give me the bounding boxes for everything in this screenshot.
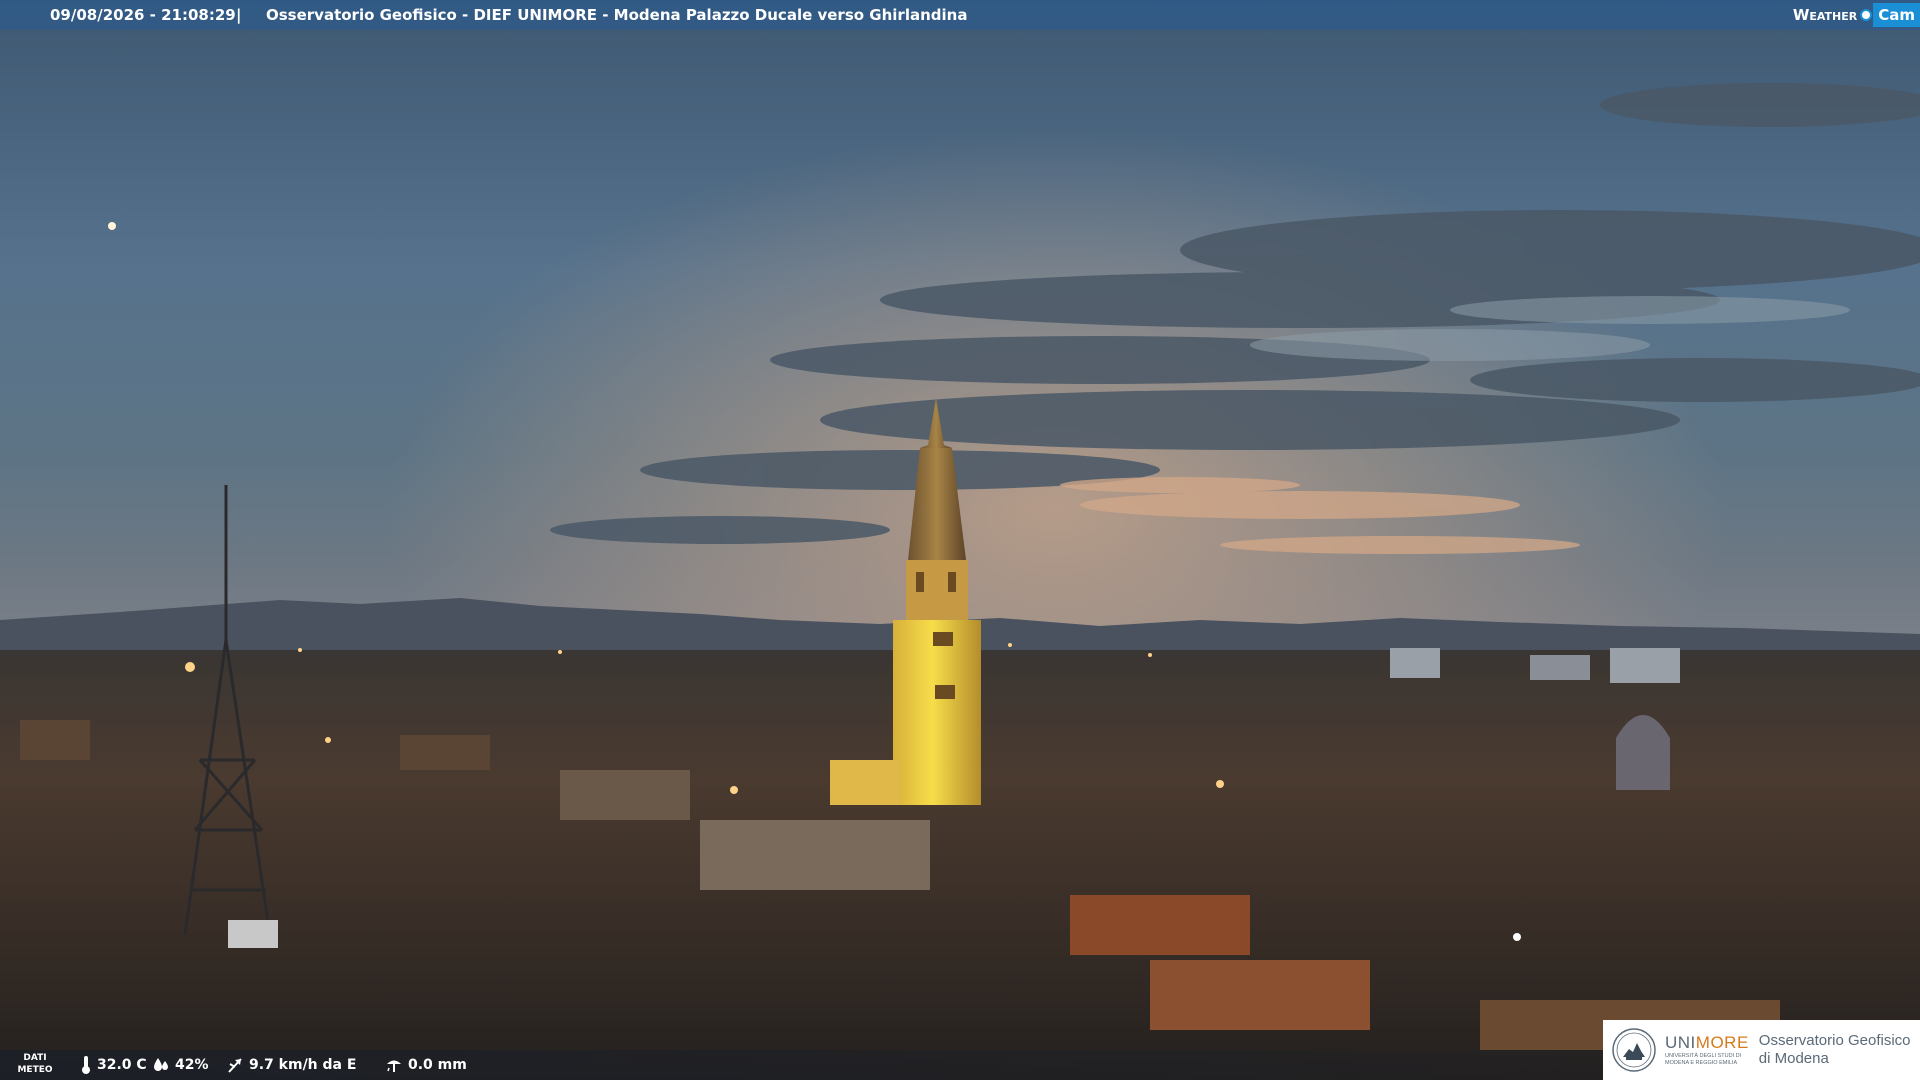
observatory-line1: Osservatorio Geofisico bbox=[1758, 1032, 1911, 1049]
weathercam-logo[interactable]: Weather Cam bbox=[1793, 0, 1920, 30]
weathercam-logo-cam: Cam bbox=[1873, 3, 1920, 27]
observatory-line2: di Modena bbox=[1758, 1050, 1829, 1067]
planet-dot bbox=[108, 222, 116, 230]
university-crest-icon bbox=[1612, 1028, 1656, 1072]
weathercam-dot-icon bbox=[1860, 9, 1873, 21]
weather-data-bar: DATI METEO 32.0 C 42% 9.7 km/h da E 0.0 … bbox=[0, 1050, 1600, 1080]
wind-reading: 9.7 km/h da E bbox=[226, 1050, 356, 1080]
top-info-bar: 09/08/2026 - 21:08:29 | Osservatorio Geo… bbox=[0, 0, 1920, 30]
drop-icon bbox=[154, 1058, 168, 1071]
wind-value: 9.7 km/h da E bbox=[249, 1057, 357, 1073]
rain-value: 0.0 mm bbox=[408, 1057, 467, 1073]
humidity-reading: 42% bbox=[152, 1050, 209, 1080]
temperature-value: 32.0 C bbox=[97, 1057, 147, 1073]
webcam-image bbox=[0, 0, 1920, 1080]
unimore-wordmark: UNIMORE UNIVERSITÀ DEGLI STUDI DI MODENA… bbox=[1665, 1033, 1749, 1067]
header-separator: | bbox=[236, 6, 242, 24]
unimore-name-part1: UNI bbox=[1665, 1033, 1696, 1052]
weathercam-logo-weather: Weather bbox=[1792, 6, 1858, 24]
meteo-label: DATI METEO bbox=[14, 1052, 56, 1076]
unimore-sub-line2: MODENA E REGGIO EMILIA bbox=[1665, 1060, 1738, 1066]
thermometer-icon bbox=[82, 1056, 90, 1074]
camera-title: Osservatorio Geofisico - DIEF UNIMORE - … bbox=[266, 6, 968, 24]
unimore-sub-line1: UNIVERSITÀ DEGLI STUDI DI bbox=[1665, 1053, 1742, 1059]
meteo-label-line1: DATI bbox=[23, 1053, 47, 1063]
meteo-label-line2: METEO bbox=[17, 1065, 53, 1075]
unimore-name-part2: MORE bbox=[1695, 1033, 1749, 1052]
unimore-name: UNIMORE bbox=[1665, 1033, 1749, 1053]
rain-gauge-icon bbox=[387, 1060, 401, 1072]
webcam-frame: 09/08/2026 - 21:08:29 | Osservatorio Geo… bbox=[0, 0, 1920, 1080]
temperature-reading: 32.0 C bbox=[80, 1050, 147, 1080]
observatory-name: Osservatorio Geofisico di Modena bbox=[1759, 1032, 1911, 1068]
unimore-logo-box[interactable]: UNIMORE UNIVERSITÀ DEGLI STUDI DI MODENA… bbox=[1603, 1020, 1920, 1080]
wind-vane-icon bbox=[228, 1058, 242, 1073]
mast-box bbox=[228, 920, 278, 948]
timestamp: 09/08/2026 - 21:08:29 bbox=[50, 6, 236, 24]
rain-reading: 0.0 mm bbox=[385, 1050, 467, 1080]
cathedral-facade bbox=[830, 760, 900, 805]
humidity-value: 42% bbox=[175, 1057, 209, 1073]
